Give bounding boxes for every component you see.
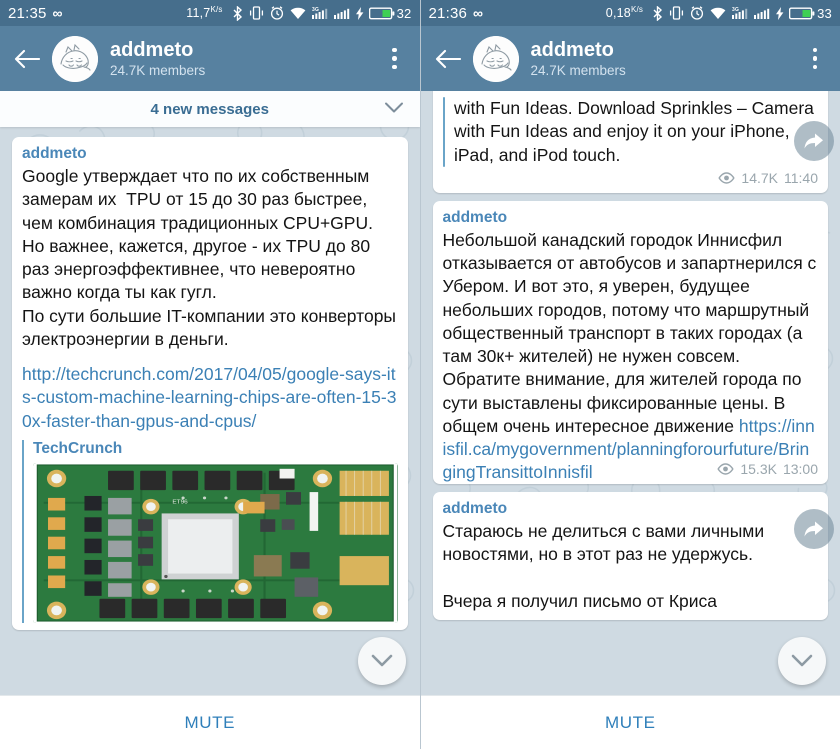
wifi-icon <box>710 7 726 20</box>
scroll-to-bottom-button[interactable] <box>778 637 826 685</box>
new-messages-bar[interactable]: 4 new messages <box>0 91 420 127</box>
battery-icon <box>789 7 815 20</box>
message-bubble[interactable]: addmeto Стараюсь не делиться с вами личн… <box>432 491 828 620</box>
mute-label: MUTE <box>604 712 656 732</box>
network-speed: 0,18K/s <box>605 5 644 21</box>
sleeping-cat-avatar <box>472 35 519 82</box>
message-bubble[interactable]: addmeto Небольшой канадский городок Инни… <box>432 200 828 485</box>
app-bar: addmeto 24.7K members <box>420 26 840 91</box>
chat-title: addmeto <box>530 38 614 61</box>
message-time: 11:40 <box>784 169 818 186</box>
charging-bolt-icon <box>355 6 364 20</box>
wifi-icon <box>290 7 306 20</box>
right-chat-pane: 21:36 ∞ 0,18K/s 3G 33 addmeto 24.7K memb… <box>420 0 840 749</box>
signal-bars-icon <box>333 6 350 20</box>
mute-button[interactable]: MUTE <box>420 695 840 749</box>
mute-label: MUTE <box>184 712 236 732</box>
mute-button[interactable]: MUTE <box>0 695 420 749</box>
chat-subtitle: 24.7K members <box>530 63 626 79</box>
vibrate-icon <box>669 6 684 20</box>
views-count: 14.7K <box>741 169 778 186</box>
message-link[interactable]: http://techcrunch.com/2017/04/05/google-… <box>22 363 398 433</box>
link-preview-site: TechCrunch <box>33 439 123 457</box>
infinity-icon: ∞ <box>473 5 483 21</box>
signal-3g-icon: 3G <box>311 6 328 20</box>
chat-title-wrapper[interactable]: addmeto 24.7K members <box>110 39 380 79</box>
left-chat-pane: 21:35 ∞ 11,7K/s 3G 32 addmeto 24.7K memb… <box>0 0 421 749</box>
avatar[interactable] <box>52 35 98 82</box>
message-meta: 14.7K 11:40 <box>443 169 818 186</box>
alarm-clock-icon <box>690 6 704 20</box>
signal-3g-icon: 3G <box>732 6 748 20</box>
svg-text:3G: 3G <box>732 7 739 13</box>
forward-share-icon <box>804 133 823 149</box>
new-messages-label: 4 new messages <box>150 100 269 118</box>
bluetooth-icon <box>652 5 663 21</box>
message-list: with Fun Ideas. Download Sprinkles – Cam… <box>421 91 840 620</box>
overflow-menu-icon[interactable] <box>800 47 830 70</box>
link-preview-image[interactable]: ET96 <box>33 462 398 623</box>
message-text: with Fun Ideas. Download Sprinkles – Cam… <box>454 98 819 165</box>
message-text: Стараюсь не делиться с вами личными ново… <box>442 520 765 611</box>
avatar[interactable] <box>472 35 519 82</box>
views-eye-icon <box>718 172 736 184</box>
chevron-down-icon <box>371 654 392 667</box>
sleeping-cat-avatar <box>52 35 98 82</box>
message-author: addmeto <box>442 208 508 226</box>
back-button[interactable] <box>10 42 44 76</box>
back-button[interactable] <box>431 42 465 76</box>
network-speed: 11,7K/s <box>186 5 223 21</box>
svg-text:ET96: ET96 <box>172 499 188 506</box>
overflow-menu-icon[interactable] <box>380 47 410 70</box>
link-preview[interactable]: TechCrunch ET96 <box>22 439 398 623</box>
message-list: addmeto Google утверждает что по их собс… <box>0 127 420 630</box>
message-time: 13:00 <box>782 460 818 477</box>
views-eye-icon <box>717 463 734 475</box>
svg-text:3G: 3G <box>312 7 319 13</box>
signal-bars-icon <box>754 6 770 20</box>
back-arrow-icon <box>14 49 40 68</box>
alarm-clock-icon <box>270 6 284 20</box>
message-text: Небольшой канадский городок Иннисфил отк… <box>443 229 819 485</box>
vibrate-icon <box>249 6 264 20</box>
chat-body: with Fun Ideas. Download Sprinkles – Cam… <box>420 91 840 695</box>
scroll-to-bottom-button[interactable] <box>357 637 406 685</box>
message-bubble[interactable]: addmeto Google утверждает что по их собс… <box>12 137 408 630</box>
chat-body: 4 new messages addmeto Google утверждает… <box>0 91 420 695</box>
message-author: addmeto <box>22 145 87 162</box>
bluetooth-icon <box>232 5 243 21</box>
battery-percent: 33 <box>817 5 832 21</box>
battery-percent: 32 <box>396 5 412 21</box>
chat-title-wrapper[interactable]: addmeto 24.7K members <box>531 39 801 79</box>
message-bubble[interactable]: with Fun Ideas. Download Sprinkles – Cam… <box>432 91 828 193</box>
forward-share-icon <box>804 521 823 537</box>
chat-subtitle: 24.7K members <box>110 63 206 79</box>
battery-icon <box>368 7 395 20</box>
forward-share-button[interactable] <box>794 121 834 161</box>
google-tpu-circuit-board-photo: ET96 <box>33 462 398 623</box>
chevron-down-icon <box>791 654 813 667</box>
status-bar: 21:36 ∞ 0,18K/s 3G 33 <box>420 0 840 26</box>
message-text-body: Небольшой канадский городок Иннисфил отк… <box>442 229 822 436</box>
infinity-icon: ∞ <box>52 5 63 21</box>
chat-title: addmeto <box>110 38 194 61</box>
back-arrow-icon <box>435 49 461 68</box>
status-time: 21:35 <box>8 4 47 22</box>
forward-share-button[interactable] <box>794 509 834 549</box>
views-count: 15.3K <box>740 460 777 477</box>
message-text: Google утверждает что по их собственным … <box>22 166 397 349</box>
status-bar: 21:35 ∞ 11,7K/s 3G 32 <box>0 0 420 26</box>
app-bar: addmeto 24.7K members <box>0 26 420 91</box>
charging-bolt-icon <box>776 6 784 20</box>
quote-bar <box>442 97 445 167</box>
chevron-down-icon[interactable] <box>384 101 404 118</box>
split-screen-root: 21:35 ∞ 11,7K/s 3G 32 addmeto 24.7K memb… <box>0 0 840 749</box>
message-author: addmeto <box>442 499 508 517</box>
status-time: 21:36 <box>428 4 468 22</box>
